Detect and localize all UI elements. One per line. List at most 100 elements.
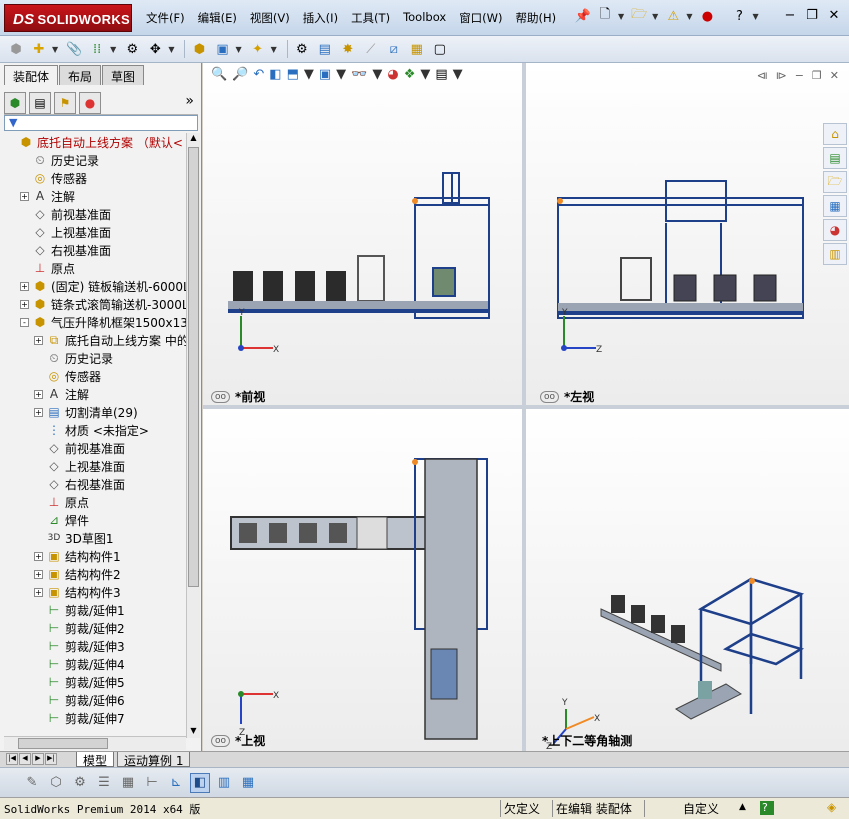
tree-item[interactable]: + ▤ 切割清单(29) <box>0 403 186 421</box>
chevron-down-icon[interactable]: ▼ <box>168 45 174 54</box>
mate-icon[interactable]: 📎 <box>64 39 84 59</box>
expand-icon[interactable]: + <box>20 299 29 309</box>
tree-item[interactable]: ◎ 传感器 <box>0 367 186 385</box>
tree-item[interactable]: + ⬢ 链条式滚筒输送机-3000Lx5 <box>0 295 186 313</box>
chevron-down-icon[interactable]: ▼ <box>652 12 658 21</box>
file-explorer-icon[interactable]: 🗁 <box>823 171 847 193</box>
last-tab-icon[interactable]: ▶| <box>45 753 57 765</box>
help-icon[interactable]: ? <box>730 7 748 25</box>
next-tab-icon[interactable]: ▶ <box>32 753 44 765</box>
tree-item[interactable]: + ⬢ (固定) 链板输送机-6000Lx <box>0 277 186 295</box>
expand-icon[interactable]: + <box>34 587 43 597</box>
tag-icon[interactable]: ◈ <box>824 800 836 817</box>
tree-item[interactable]: ◇ 前视基准面 <box>0 205 186 223</box>
tree-item[interactable]: ◎ 传感器 <box>0 169 186 187</box>
chevron-down-icon[interactable]: ▼ <box>52 45 58 54</box>
tree-item[interactable]: ⏲ 历史记录 <box>0 151 186 169</box>
menu-toolbox[interactable]: Toolbox <box>403 10 446 26</box>
exploded-view-icon[interactable]: ✸ <box>338 39 358 59</box>
linear-pattern-icon[interactable]: ⁞⁞ <box>87 39 107 59</box>
viewport-left[interactable]: ⧏ ⧐ − ❐ ✕ Z Y ⌂ ▤ 🗁 ▦ ◕ ▥ oo *左视 <box>526 63 849 405</box>
tree-vertical-scrollbar[interactable]: ▲ ▼ <box>186 133 200 738</box>
scroll-up-icon[interactable]: ▲ <box>187 133 200 145</box>
tree-horizontal-scrollbar[interactable] <box>4 736 186 750</box>
design-library-icon[interactable]: ▤ <box>823 147 847 169</box>
tree-item[interactable]: + A 注解 <box>0 187 186 205</box>
viewport-top[interactable]: X Z oo *上视 <box>203 409 522 751</box>
restore-icon[interactable]: ❐ <box>801 8 823 23</box>
tree-item[interactable]: ◇ 前视基准面 <box>0 439 186 457</box>
first-tab-icon[interactable]: |◀ <box>6 753 18 765</box>
filter-input[interactable]: ▼ <box>4 115 198 131</box>
part-icon[interactable]: ⬡ <box>46 773 66 793</box>
menu-tools[interactable]: 工具(T) <box>351 10 390 26</box>
tree-item[interactable]: ⊢ 剪裁/延伸4 <box>0 655 186 673</box>
glasses-icon[interactable]: oo <box>211 390 231 403</box>
tree-item[interactable]: ⋮ 材质 <未指定> <box>0 421 186 439</box>
home-icon[interactable]: ⌂ <box>823 123 847 145</box>
two-view-icon[interactable]: ▥ <box>214 773 234 793</box>
lines-icon[interactable]: ☰ <box>94 773 114 793</box>
reference-geometry-icon[interactable]: ✦ <box>248 39 268 59</box>
chevron-down-icon[interactable]: ▼ <box>235 45 241 54</box>
smart-fasteners-icon[interactable]: ⚙ <box>122 39 142 59</box>
expand-icon[interactable]: + <box>34 389 43 399</box>
new-motion-study-icon[interactable]: ⚙ <box>292 39 312 59</box>
tree-item[interactable]: ⊢ 剪裁/延伸5 <box>0 673 186 691</box>
feature-tree-icon[interactable]: ⬢ <box>4 91 26 114</box>
collapse-icon[interactable]: - <box>20 317 29 327</box>
chevron-right-icon[interactable]: » <box>185 93 194 109</box>
tab-model[interactable]: 模型 <box>76 752 115 768</box>
traffic-light-icon[interactable]: ● <box>698 7 716 25</box>
chevron-down-icon[interactable]: ▼ <box>686 12 692 21</box>
tree-item[interactable]: + A 注解 <box>0 385 186 403</box>
open-folder-icon[interactable]: 🗁 <box>630 7 648 25</box>
view-palette-icon[interactable]: ▦ <box>823 195 847 217</box>
tree-item[interactable]: ⊥ 原点 <box>0 259 186 277</box>
menu-insert[interactable]: 插入(I) <box>303 10 338 26</box>
expand-icon[interactable]: + <box>20 281 29 291</box>
tab-sketch[interactable]: 草图 <box>102 65 145 85</box>
four-view-icon[interactable]: ▦ <box>238 773 258 793</box>
configuration-manager-icon[interactable]: ⚑ <box>54 91 76 114</box>
appearances-icon[interactable]: ◕ <box>823 219 847 241</box>
display-manager-icon[interactable]: ● <box>79 91 101 114</box>
tree-item[interactable]: ◇ 上视基准面 <box>0 223 186 241</box>
tab-assembly[interactable]: 装配体 <box>4 65 59 85</box>
new-part-icon[interactable]: ✚ <box>29 39 49 59</box>
assembly-icon[interactable]: ⚙ <box>70 773 90 793</box>
bill-of-materials-icon[interactable]: ▤ <box>315 39 335 59</box>
tree-item[interactable]: ⊢ 剪裁/延伸3 <box>0 637 186 655</box>
close-icon[interactable]: ✕ <box>830 69 839 82</box>
tree-item[interactable]: ⊿ 焊件 <box>0 511 186 529</box>
tree-item[interactable]: + ▣ 结构构件3 <box>0 583 186 601</box>
tree-item[interactable]: ⬢ 底托自动上线方案 （默认< <box>0 133 186 151</box>
explode-line-sketch-icon[interactable]: ⟋ <box>361 39 381 59</box>
scrollbar-thumb[interactable] <box>188 147 199 587</box>
tab-layout[interactable]: 布局 <box>59 65 102 85</box>
viewport-front[interactable]: 🔍 🔎 ↶ ◧ ⬒ ▼ ▣ ▼ 👓 ▼ ◕ ❖ ▼ ▤ ▼ X Y oo *前视 <box>203 63 522 405</box>
show-hidden-icon[interactable]: ⬢ <box>189 39 209 59</box>
clearance-verification-icon[interactable]: ▦ <box>407 39 427 59</box>
tree-item[interactable]: ◇ 上视基准面 <box>0 457 186 475</box>
tree-item[interactable]: + ⧉ 底托自动上线方案 中的 <box>0 331 186 349</box>
chevron-down-icon[interactable]: ▼ <box>752 12 758 21</box>
insert-component-icon[interactable]: ⬢ <box>6 39 26 59</box>
glasses-icon[interactable]: oo <box>540 390 560 403</box>
axes-icon[interactable]: ⊾ <box>166 773 186 793</box>
tree-item[interactable]: ⊢ 剪裁/延伸7 <box>0 709 186 727</box>
assembly-features-icon[interactable]: ▣ <box>212 39 232 59</box>
menu-file[interactable]: 文件(F) <box>146 10 185 26</box>
tree-item[interactable]: ⊢ 剪裁/延伸2 <box>0 619 186 637</box>
units-status[interactable]: 自定义 <box>680 800 719 817</box>
viewport-iso[interactable]: Y X Z *上下二等角轴测 <box>526 409 849 751</box>
interference-detection-icon[interactable]: ⧄ <box>384 39 404 59</box>
scroll-down-icon[interactable]: ▼ <box>187 726 200 738</box>
instant3d-icon[interactable]: ▢ <box>430 39 450 59</box>
viewport-splitter-horizontal[interactable] <box>203 405 849 409</box>
units-caret-icon[interactable]: ▲ <box>736 802 746 819</box>
single-view-icon[interactable]: ◧ <box>190 772 210 793</box>
help-icon[interactable]: ? <box>760 801 774 815</box>
warning-icon[interactable]: ⚠ <box>664 7 682 25</box>
expand-icon[interactable]: + <box>34 335 43 345</box>
